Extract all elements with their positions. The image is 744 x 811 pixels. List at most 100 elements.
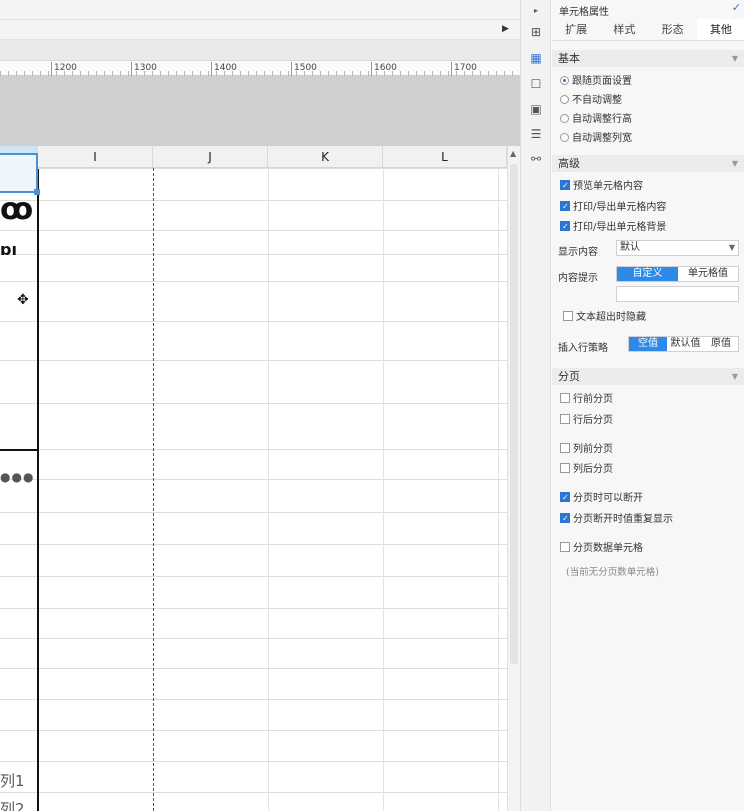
scroll-thumb[interactable]: [510, 164, 518, 664]
section-advanced[interactable]: 高级 ▼: [552, 155, 744, 172]
checkbox-icon: [563, 311, 573, 321]
checkbox-icon: [560, 200, 570, 214]
row-line: [0, 544, 507, 545]
checkbox-icon: [560, 542, 570, 552]
logo-subtext: ɒı: [0, 240, 17, 259]
tab-style[interactable]: 样式: [600, 19, 649, 40]
cell-attribute-icon[interactable]: ▦: [528, 50, 544, 66]
display-content-value: 默认: [620, 242, 640, 253]
insert-strategy-segment: 空值 默认值 原值: [628, 336, 739, 352]
row-line: [0, 792, 507, 793]
logo-image: ꝏ: [0, 192, 34, 227]
section-advanced-label: 高级: [558, 157, 580, 170]
checkbox-label: 行前分页: [573, 394, 613, 405]
insert-null-button[interactable]: 空值: [629, 337, 667, 351]
row-line: [0, 512, 507, 513]
radio-label: 不自动调整: [572, 95, 622, 106]
check-page-before-row[interactable]: 行前分页: [560, 393, 613, 407]
column-line: [383, 168, 384, 811]
check-page-after-col[interactable]: 列后分页: [560, 463, 613, 477]
radio-auto-row-height[interactable]: 自动调整行高: [560, 113, 632, 127]
check-repeat-on-break[interactable]: 分页断开时值重复显示: [560, 512, 673, 527]
row-line: [0, 699, 507, 700]
confirm-icon[interactable]: ✓: [732, 1, 741, 14]
condition-icon[interactable]: ☰: [528, 126, 544, 142]
section-basic-label: 基本: [558, 52, 580, 65]
checkbox-icon: [560, 220, 570, 234]
tab-other[interactable]: 其他: [696, 19, 744, 40]
ruler-label: 1600: [374, 63, 397, 73]
tooltip-cell-value-button[interactable]: 单元格值: [678, 267, 738, 281]
fill-handle[interactable]: [34, 189, 40, 195]
display-content-select[interactable]: 默认 ▼: [616, 240, 739, 256]
insert-default-button[interactable]: 默认值: [667, 337, 704, 351]
horizontal-ruler: 1200 1300 1400 1500 1600 1700: [0, 60, 520, 76]
checkbox-label: 分页断开时值重复显示: [573, 514, 673, 525]
row-line: [0, 281, 507, 282]
insert-original-button[interactable]: 原值: [704, 337, 738, 351]
column-header-j[interactable]: J: [153, 146, 268, 168]
row-line: [0, 321, 507, 322]
hyperlink-icon[interactable]: ⚯: [528, 151, 544, 167]
row-line: [0, 168, 507, 169]
chevron-down-icon: ▼: [731, 372, 738, 381]
scroll-up-icon[interactable]: ▲: [510, 149, 516, 158]
check-page-after-row[interactable]: 行后分页: [560, 414, 613, 428]
row-line: [0, 230, 507, 231]
selected-cell[interactable]: [0, 153, 40, 195]
column-header-i[interactable]: I: [38, 146, 153, 168]
tooltip-custom-input[interactable]: [616, 286, 739, 302]
format-painter-icon[interactable]: ▶: [502, 24, 512, 34]
vertical-scrollbar[interactable]: ▲: [507, 146, 520, 811]
panel-content: 单元格属性 ✓ 扩展 样式 形态 其他 基本 ▼ 跟随页面设置 不自动调整 自动…: [552, 0, 744, 811]
radio-auto-col-width[interactable]: 自动调整列宽: [560, 132, 632, 146]
column-label-2: 列2: [0, 800, 25, 811]
checkbox-label: 文本超出时隐藏: [576, 312, 646, 323]
row-line: [0, 638, 507, 639]
header-area: [0, 76, 520, 146]
ruler-major-tick: [451, 62, 452, 76]
widget-icon[interactable]: ▣: [528, 101, 544, 117]
sheet-toolbar: ▶: [0, 20, 520, 40]
check-hide-overflow[interactable]: 文本超出时隐藏: [563, 311, 646, 325]
tooltip-custom-button[interactable]: 自定义: [617, 267, 678, 281]
tooltip-segment: 自定义 单元格值: [616, 266, 739, 282]
ruler-label: 1400: [214, 63, 237, 73]
check-page-before-col[interactable]: 列前分页: [560, 443, 613, 457]
display-content-label: 显示内容: [558, 247, 598, 258]
check-print-content[interactable]: 打印/导出单元格内容: [560, 200, 666, 215]
radio-follow-page[interactable]: 跟随页面设置: [560, 75, 632, 89]
cell-element-icon[interactable]: ⊞: [528, 24, 544, 40]
collapse-icon[interactable]: ▸: [528, 3, 544, 19]
ruler-label: 1200: [54, 63, 77, 73]
cell-grid[interactable]: [0, 168, 507, 811]
section-paging[interactable]: 分页 ▼: [552, 368, 744, 385]
tooltip-label: 内容提示: [558, 273, 598, 284]
chevron-down-icon: ▼: [728, 243, 735, 252]
checkbox-label: 预览单元格内容: [573, 181, 643, 192]
radio-icon: [560, 95, 569, 104]
tab-expand[interactable]: 扩展: [552, 19, 601, 40]
column-line: [268, 168, 269, 811]
checkbox-icon: [560, 512, 570, 526]
row-line: [0, 200, 507, 201]
panel-title: 单元格属性: [559, 7, 609, 18]
ruler-major-tick: [291, 62, 292, 76]
border-icon[interactable]: ☐: [528, 76, 544, 92]
radio-label: 自动调整行高: [572, 114, 632, 125]
check-preview-content[interactable]: 预览单元格内容: [560, 179, 643, 194]
column-header-k[interactable]: K: [268, 146, 383, 168]
radio-no-adjust[interactable]: 不自动调整: [560, 94, 622, 108]
row-line: [0, 254, 507, 255]
row-line: [0, 403, 507, 404]
column-header-l[interactable]: L: [383, 146, 507, 168]
check-print-background[interactable]: 打印/导出单元格背景: [560, 220, 666, 235]
check-paging-data-cell[interactable]: 分页数据单元格: [560, 542, 643, 556]
radio-icon: [560, 76, 569, 85]
tab-shape[interactable]: 形态: [648, 19, 697, 40]
checkbox-icon: [560, 393, 570, 403]
check-break-on-page[interactable]: 分页时可以断开: [560, 491, 643, 506]
chevron-down-icon: ▼: [731, 54, 738, 63]
section-basic[interactable]: 基本 ▼: [552, 50, 744, 67]
panel-tabs: 扩展 样式 形态 其他: [552, 19, 744, 41]
